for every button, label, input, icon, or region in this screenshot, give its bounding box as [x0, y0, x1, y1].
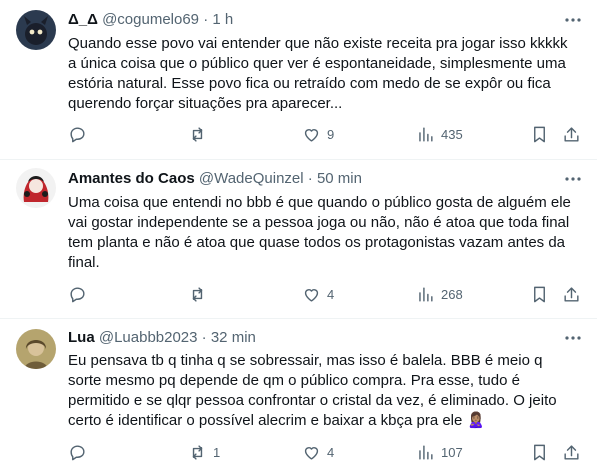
views-button[interactable]: 268	[416, 284, 463, 304]
retweet-icon	[192, 286, 203, 302]
user-handle[interactable]: @WadeQuinzel	[199, 170, 304, 187]
like-count: 9	[327, 126, 335, 142]
tweet-actions: 9 435	[60, 124, 589, 144]
reply-button[interactable]	[68, 284, 93, 304]
avatar-image	[16, 168, 56, 208]
like-count: 4	[327, 286, 335, 302]
view-count: 107	[441, 444, 463, 460]
reply-icon	[70, 286, 85, 302]
tweet-text-line: Uma coisa que entendi no bbb é que quand…	[68, 194, 571, 211]
separator-dot: ·	[201, 329, 207, 346]
more-options-icon[interactable]	[563, 10, 583, 30]
avatar-image	[16, 10, 56, 50]
tweet-actions: 1 4 107	[60, 442, 589, 462]
tweet-text: Uma coisa que entendi no bbb é que quand…	[68, 193, 588, 273]
tweet[interactable]: Lua @Luabbb2023 · 32 min Eu pensava tb q…	[0, 319, 597, 476]
share-icon	[564, 444, 579, 460]
display-name[interactable]: Δ_Δ	[68, 11, 98, 28]
tweet-actions: 4 268	[60, 284, 589, 304]
tweet[interactable]: Amantes do Caos @WadeQuinzel · 50 min Um…	[0, 160, 597, 319]
tweet-text-line: Eu pensava tb q tinha q se sobressair, m…	[68, 352, 543, 369]
share-button[interactable]	[562, 124, 581, 144]
share-icon	[564, 286, 579, 302]
retweet-count: 1	[213, 444, 221, 460]
reply-button[interactable]	[68, 124, 93, 144]
heart-icon	[304, 446, 319, 460]
bookmark-icon	[534, 126, 545, 142]
bookmark-button[interactable]	[530, 124, 549, 144]
tweet-text-line: vai gostar independente se a pessoa joga…	[68, 214, 570, 231]
display-name[interactable]: Amantes do Caos	[68, 170, 195, 187]
tweet-header: Lua @Luabbb2023 · 32 min	[68, 328, 557, 348]
views-button[interactable]: 435	[416, 124, 463, 144]
bookmark-button[interactable]	[530, 284, 549, 304]
views-chart-icon	[419, 286, 433, 302]
retweet-button[interactable]	[188, 284, 213, 304]
share-button[interactable]	[562, 284, 581, 304]
view-count: 435	[441, 126, 463, 142]
retweet-icon	[192, 126, 203, 142]
like-button[interactable]: 9	[302, 124, 334, 144]
view-count: 268	[441, 286, 463, 302]
heart-icon	[304, 288, 319, 302]
tweet-text-line: a única coisa que o público quer ver é e…	[68, 55, 566, 72]
tweet-header: Δ_Δ @cogumelo69 · 1 h	[68, 10, 557, 30]
like-button[interactable]: 4	[302, 442, 334, 462]
tweet-feed: Δ_Δ @cogumelo69 · 1 h Quando esse povo v…	[0, 0, 597, 476]
retweet-icon	[192, 444, 203, 460]
reply-icon	[70, 126, 85, 142]
reply-icon	[70, 444, 85, 460]
avatar[interactable]	[16, 168, 56, 208]
more-options-icon[interactable]	[563, 169, 583, 189]
retweet-button[interactable]	[188, 124, 213, 144]
tweet-text: Eu pensava tb q tinha q se sobressair, m…	[68, 351, 588, 431]
user-handle[interactable]: @Luabbb2023	[99, 329, 198, 346]
reply-button[interactable]	[68, 442, 93, 462]
tweet-header: Amantes do Caos @WadeQuinzel · 50 min	[68, 169, 557, 189]
tweet[interactable]: Δ_Δ @cogumelo69 · 1 h Quando esse povo v…	[0, 0, 597, 160]
bookmark-icon	[534, 444, 545, 460]
views-button[interactable]: 107	[416, 442, 463, 462]
tweet-text-line: certo é identificar o possível alecrim e…	[68, 412, 486, 429]
tweet-text: Quando esse povo vai entender que não ex…	[68, 34, 588, 114]
share-button[interactable]	[562, 442, 581, 462]
tweet-text-line: Quando esse povo vai entender que não ex…	[68, 35, 568, 52]
tweet-text-line: final.	[68, 254, 100, 271]
bookmark-button[interactable]	[530, 442, 549, 462]
timestamp[interactable]: 1 h	[212, 11, 233, 28]
retweet-button[interactable]: 1	[188, 442, 220, 462]
views-chart-icon	[419, 444, 433, 460]
avatar[interactable]	[16, 329, 56, 369]
views-chart-icon	[419, 126, 433, 142]
tweet-text-line: querendo forçar situações pra aparecer..…	[68, 95, 343, 112]
like-button[interactable]: 4	[302, 284, 334, 304]
bookmark-icon	[534, 286, 545, 302]
avatar-image	[16, 329, 56, 369]
more-options-icon[interactable]	[563, 328, 583, 348]
tweet-text-line: sorte mesmo pq depende de qm o público c…	[68, 372, 520, 389]
heart-icon	[304, 128, 319, 142]
tweet-text-line: permitido e se qlqr pessoa confrontar o …	[68, 392, 557, 409]
timestamp[interactable]: 50 min	[317, 170, 362, 187]
separator-dot: ·	[203, 11, 209, 28]
tweet-text-line: estória natural. Esse povo fica ou retra…	[68, 75, 551, 92]
avatar[interactable]	[16, 10, 56, 50]
share-icon	[564, 126, 579, 142]
user-handle[interactable]: @cogumelo69	[102, 11, 199, 28]
tweet-text-line: tem planta e não é atoa que quase todos …	[68, 234, 566, 251]
display-name[interactable]: Lua	[68, 329, 95, 346]
timestamp[interactable]: 32 min	[211, 329, 256, 346]
separator-dot: ·	[307, 170, 313, 187]
like-count: 4	[327, 444, 335, 460]
